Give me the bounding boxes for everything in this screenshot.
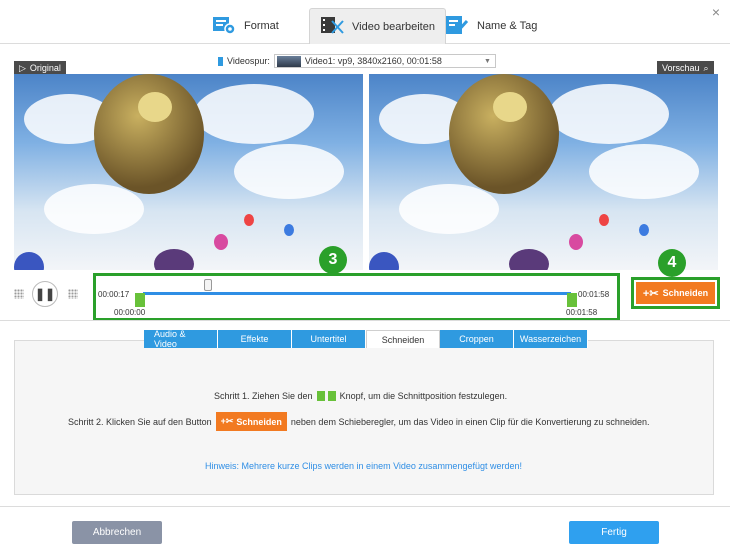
tab-name-tag[interactable]: Name & Tag [445,8,537,44]
timeline-highlight [93,273,620,321]
end-cut-handle[interactable] [567,293,577,307]
add-scissors-icon: +✂ [220,416,234,426]
end-time-bottom: 00:01:58 [566,308,598,317]
tab-cut[interactable]: Schneiden [366,330,440,348]
video-edit-icon [320,15,344,38]
instruction-step-2: Schritt 2. Klicken Sie auf den Button +✂… [68,412,649,431]
track-thumbnail [276,55,301,67]
video-track-selector: Videospur: Video1: vp9, 3840x2160, 00:01… [218,54,496,68]
video-track-icon [218,56,223,66]
pause-button[interactable]: ❚❚ [32,281,58,307]
frame-back-icon[interactable] [14,289,24,299]
cut-button-highlight: +✂ Schneiden [631,277,720,309]
timeline-track[interactable] [143,292,571,295]
original-video-frame [14,74,363,270]
pause-icon: ❚❚ [34,287,56,301]
name-tag-icon [445,15,469,38]
tab-audio-video[interactable]: Audio & Video [144,329,218,349]
tab-effects[interactable]: Effekte [218,330,292,348]
video-track-label: Videospur: [227,56,270,66]
tab-subtitles[interactable]: Untertitel [292,330,366,348]
end-time-top: 00:01:58 [578,290,610,299]
original-label: ▷ Original [14,61,66,75]
preview-video-frame [369,74,718,270]
chevron-down-icon: ▼ [483,57,491,65]
tab-format[interactable]: Format [212,8,279,44]
divider [0,320,730,321]
green-handle-icon [316,391,336,401]
tab-format-label: Format [244,20,279,32]
tab-watermark[interactable]: Wasserzeichen [514,330,588,348]
search-icon: ⌕ [703,62,709,73]
preview-label: Vorschau ⌕ [657,61,714,75]
frame-forward-icon[interactable] [68,289,78,299]
start-time: 00:00:00 [114,308,146,317]
step-badge-4: 4 [658,249,686,277]
tab-crop[interactable]: Croppen [440,330,514,348]
tab-video-edit[interactable]: Video bearbeiten [309,8,446,44]
video-track-select[interactable]: Video1: vp9, 3840x2160, 00:01:58 ▼ [273,54,496,68]
cancel-button[interactable]: Abbrechen [72,521,162,544]
edit-tabs: Audio & Video Effekte Untertitel Schneid… [144,329,588,349]
add-scissors-icon: +✂ [642,287,659,300]
format-icon [212,15,236,38]
video-track-value: Video1: vp9, 3840x2160, 00:01:58 [304,56,442,66]
start-cut-handle[interactable] [135,293,145,307]
close-icon[interactable]: × [712,4,720,20]
inline-cut-button: +✂ Schneiden [215,412,287,431]
footer-divider [0,506,730,507]
hint-text: Hinweis: Mehrere kurze Clips werden in e… [205,461,522,471]
cut-button-label: Schneiden [662,288,709,298]
play-icon: ▷ [19,62,26,73]
playhead-marker[interactable] [204,279,212,291]
current-time: 00:00:17 [98,290,130,299]
tab-video-edit-label: Video bearbeiten [352,20,435,33]
step-badge-3: 3 [319,246,347,274]
done-button[interactable]: Fertig [569,521,659,544]
tab-name-tag-label: Name & Tag [477,20,538,32]
cut-button[interactable]: +✂ Schneiden [636,282,715,304]
instruction-step-1: Schritt 1. Ziehen Sie den Knopf, um die … [214,391,508,401]
